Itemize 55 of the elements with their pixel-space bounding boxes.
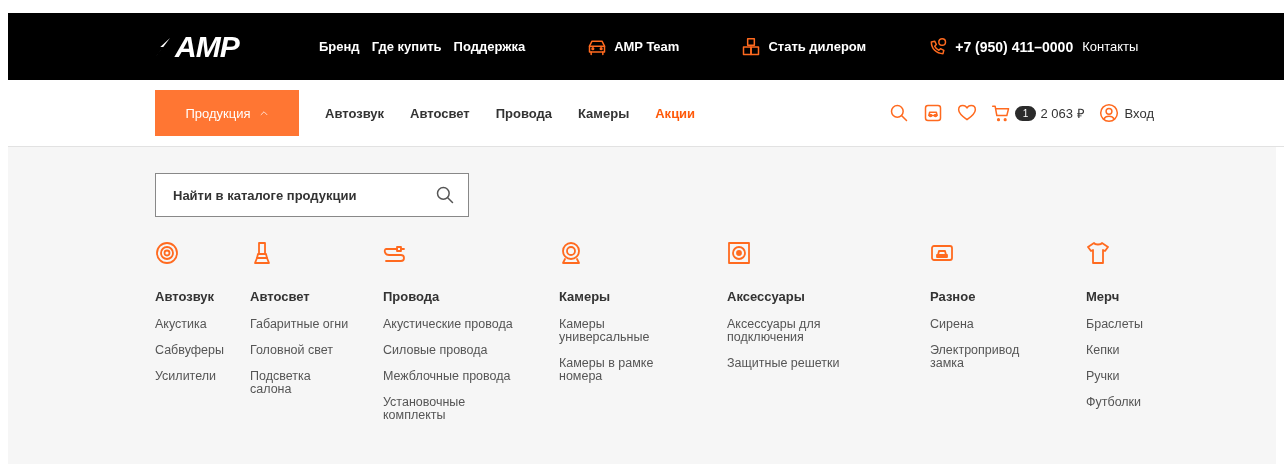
- dealer-link[interactable]: Стать дилером: [741, 36, 867, 57]
- category-link[interactable]: Подсветка салона: [250, 370, 330, 396]
- category-link[interactable]: Установочные комплекты: [383, 396, 513, 422]
- heart-icon[interactable]: [956, 103, 977, 123]
- category-link[interactable]: Головной свет: [250, 344, 355, 357]
- category-link[interactable]: Межблочные провода: [383, 370, 513, 383]
- category-link[interactable]: Браслеты: [1086, 318, 1196, 331]
- nav-link[interactable]: Камеры: [578, 105, 630, 121]
- category-link[interactable]: Защитные решетки: [727, 357, 857, 370]
- category-link[interactable]: Акустические провода: [383, 318, 513, 331]
- phone-link[interactable]: +7 (950) 411–0000: [928, 36, 1074, 57]
- webcam-icon: [559, 241, 583, 265]
- category-link[interactable]: Футболки: [1086, 396, 1196, 409]
- category-link[interactable]: Силовые провода: [383, 344, 513, 357]
- category-link[interactable]: Акустика: [155, 318, 250, 331]
- top-link[interactable]: Бренд: [319, 39, 360, 54]
- category-link[interactable]: Аксессуары для подключения: [727, 318, 857, 344]
- category-link[interactable]: Электропривод замка: [930, 344, 1040, 370]
- search-icon[interactable]: [435, 185, 455, 205]
- category-link[interactable]: Ручки: [1086, 370, 1196, 383]
- category-title[interactable]: Разное: [930, 289, 1086, 304]
- category-link[interactable]: Камеры в рамке номера: [559, 357, 669, 383]
- nav-link[interactable]: Автосвет: [410, 105, 470, 121]
- user-icon: [1098, 103, 1119, 123]
- speaker-icon: [155, 241, 179, 265]
- category-link[interactable]: Камеры универсальные: [559, 318, 669, 344]
- contacts-link[interactable]: Контакты: [1082, 39, 1139, 54]
- cart-count-badge: 1: [1014, 105, 1037, 121]
- team-link[interactable]: AMP Team: [587, 36, 680, 57]
- category-link[interactable]: Габаритные огни: [250, 318, 355, 331]
- subwoofer-icon: [727, 241, 751, 265]
- category-title[interactable]: Автосвет: [250, 289, 383, 304]
- t-shirt-icon: [1086, 241, 1110, 265]
- nav-link[interactable]: Провода: [495, 105, 552, 121]
- nav-link[interactable]: Автозвук: [325, 105, 385, 121]
- category-link[interactable]: Усилители: [155, 370, 250, 383]
- chevron-icon: [258, 108, 269, 118]
- phone-icon: [928, 36, 949, 57]
- login-link[interactable]: Вход: [1098, 103, 1154, 123]
- boxes-icon: [741, 36, 762, 57]
- search-field[interactable]: Найти в каталоге продукции: [155, 173, 469, 217]
- cart-icon[interactable]: [990, 103, 1011, 123]
- garage-icon[interactable]: [922, 103, 943, 123]
- logo[interactable]: AMP: [155, 26, 319, 67]
- cart-total: 2 063 ₽: [1040, 105, 1085, 122]
- category-title[interactable]: Автозвук: [155, 289, 250, 304]
- category-title[interactable]: Камеры: [559, 289, 727, 304]
- category-link[interactable]: Сабвуферы: [155, 344, 250, 357]
- category-title[interactable]: Провода: [383, 289, 559, 304]
- category-link[interactable]: Кепки: [1086, 344, 1196, 357]
- top-link[interactable]: Поддержка: [453, 39, 526, 54]
- category-link[interactable]: Сирена: [930, 318, 1040, 331]
- top-link[interactable]: Где купить: [371, 39, 442, 54]
- category-title[interactable]: Аксессуары: [727, 289, 930, 304]
- category-title[interactable]: Мерч: [1086, 289, 1206, 304]
